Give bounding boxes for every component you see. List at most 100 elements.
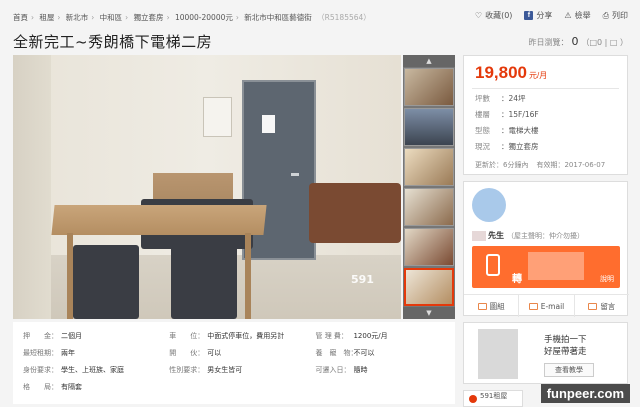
thumbnail[interactable] — [404, 228, 454, 266]
call-help-link[interactable]: 說明 — [600, 274, 614, 284]
price-unit: 元/月 — [529, 71, 548, 80]
attr-status: 現況 ：獨立套房 — [475, 142, 539, 151]
detail-key: 押 金： — [23, 332, 58, 340]
report-icon: ⚠ — [564, 11, 572, 20]
view-count: 昨日瀏覽： 0 （□0 | □ ） — [528, 35, 628, 48]
attr-type: 型態 ：電梯大樓 — [475, 126, 539, 135]
report-link[interactable]: ⚠ 檢舉 — [564, 10, 590, 21]
attr-key: 現況 — [475, 142, 490, 151]
photo-table — [51, 205, 267, 235]
call-button[interactable]: 轉 說明 — [472, 246, 620, 288]
breadcrumb-price[interactable]: 10000-20000元 — [175, 13, 233, 22]
attr-floor: 樓層 ：15F/16F — [475, 110, 539, 119]
bottom-label: 591租屋 — [480, 392, 508, 400]
tutorial-button[interactable]: 查看教學 — [544, 363, 594, 377]
detail-key: 最短租期： — [23, 349, 58, 357]
brand-watermark: funpeer.com — [540, 384, 630, 403]
phone-icon — [486, 254, 500, 276]
thumbnail[interactable] — [404, 108, 454, 146]
share-link[interactable]: f 分享 — [524, 10, 552, 21]
detail-key: 可遷入日： — [315, 366, 351, 374]
detail-key: 性別要求： — [169, 366, 205, 374]
email-button[interactable]: E-mail — [519, 295, 575, 317]
promo-line: 手機拍一下 — [544, 335, 587, 345]
share-label: 分享 — [536, 11, 553, 20]
favorite-link[interactable]: ♡ 收藏(0) — [475, 10, 513, 21]
photo-watermark: 591 — [351, 273, 374, 286]
detail-key: 開 伙： — [169, 349, 205, 357]
thumb-up-arrow[interactable]: ▲ — [403, 55, 455, 67]
detail-value: 可以 — [207, 349, 222, 357]
message-button[interactable]: 留言 — [575, 295, 629, 317]
breadcrumb: 首頁 › 租屋 › 新北市 › 中和區 › 獨立套房 › 10000-20000元 › 新北… — [13, 13, 371, 22]
attr-key: 型態 — [475, 126, 490, 135]
brand-dot-icon — [469, 395, 477, 403]
top-links: ♡ 收藏(0) f 分享 ⚠ 檢舉 ⎙ 列印 — [475, 10, 628, 21]
contact-actions: 圖組 E-mail 留言 — [464, 294, 629, 317]
breadcrumb-city[interactable]: 新北市 — [66, 13, 89, 22]
valid-date: 有效期：2017-06-07 — [536, 161, 606, 169]
photo-chair-front — [73, 245, 139, 319]
photo-panel — [203, 97, 232, 137]
gallery-button[interactable]: 圖組 — [464, 295, 520, 317]
breadcrumb-home[interactable]: 首頁 — [13, 13, 28, 22]
page: 首頁 › 租屋 › 新北市 › 中和區 › 獨立套房 › 10000-20000元 › 新北… — [0, 0, 640, 407]
attr-value: 電梯大樓 — [508, 126, 539, 135]
attr-value: 24坪 — [508, 94, 526, 103]
price-panel: 19,800 元/月 坪數 ：24坪 樓層 ：15F/16F 型態 ：電梯大樓 現況 ：獨… — [463, 55, 628, 175]
print-label: 列印 — [612, 11, 628, 20]
call-prefix: 轉 — [512, 274, 522, 285]
detail-value: 有隔套 — [61, 383, 82, 391]
detail-value: 兩年 — [61, 349, 75, 357]
email-label: E-mail — [540, 301, 565, 311]
agent-title: 先生 — [488, 231, 504, 240]
rent-price: 19,800 元/月 — [475, 63, 547, 83]
view-label: 昨日瀏覽： — [528, 38, 569, 47]
message-icon — [588, 302, 598, 310]
print-link[interactable]: ⎙ 列印 — [603, 10, 628, 21]
detail-key: 車 位： — [169, 332, 205, 340]
attr-key: 坪數 — [475, 94, 490, 103]
detail-row: 身份要求： 學生、上班族、家庭 性別要求： 男女生皆可 可遷入日： 隨時 — [23, 365, 367, 375]
view-number: 0 — [571, 35, 579, 48]
detail-value: 不可以 — [353, 349, 375, 357]
thumbnail-active[interactable] — [404, 268, 454, 306]
detail-value: 學生、上班族、家庭 — [61, 366, 124, 374]
thumb-down-arrow[interactable]: ▼ — [403, 307, 455, 319]
mail-icon — [528, 302, 538, 310]
view-extra: （□0 | □ ） — [581, 38, 628, 47]
photo-chair-front-2 — [171, 243, 237, 319]
attr-key: 樓層 — [475, 110, 490, 119]
heart-icon: ♡ — [474, 11, 483, 20]
favorite-label: 收藏(0) — [485, 11, 513, 20]
agent-panel: 先生 （屋主聲明：仲介勿擾） 轉 說明 圖組 E-mail 留言 — [463, 181, 629, 317]
photo-left-wall — [13, 55, 51, 319]
detail-value: 男女生皆可 — [207, 366, 243, 374]
breadcrumb-street[interactable]: 新北市中和區藝德街 — [244, 13, 312, 22]
report-label: 檢舉 — [574, 11, 591, 20]
facebook-icon: f — [524, 11, 534, 20]
detail-value: 二個月 — [61, 332, 82, 340]
photo-sofa — [309, 183, 401, 243]
gallery-icon — [477, 302, 487, 310]
breadcrumb-district[interactable]: 中和區 — [100, 13, 123, 22]
attr-value: 15F/16F — [508, 110, 539, 119]
price-value: 19,800 — [475, 63, 527, 82]
updated-time: 更新於：6分鐘內 — [475, 161, 529, 169]
detail-table: 押 金： 二個月 車 位： 中面式停車位，費用另計 管 理 費： 1200元/月 最短… — [13, 322, 455, 404]
detail-value: 隨時 — [353, 366, 368, 374]
thumbnail[interactable] — [404, 68, 454, 106]
promo-line: 好屋帶著走 — [544, 347, 587, 357]
thumbnail[interactable] — [404, 188, 454, 226]
app-promo: 手機拍一下好屋帶著走 查看教學 — [463, 322, 628, 384]
photo-sign — [262, 115, 275, 133]
message-label: 留言 — [600, 301, 616, 311]
main-photo[interactable]: 591 — [13, 55, 401, 319]
breadcrumb-type[interactable]: 獨立套房 — [134, 13, 164, 22]
thumbnail[interactable] — [404, 148, 454, 186]
detail-value: 1200元/月 — [353, 332, 388, 340]
photo-table-leg-2 — [245, 233, 251, 319]
listing-code: （R5185564） — [317, 13, 371, 22]
detail-row: 格 局： 有隔套 — [23, 382, 167, 392]
breadcrumb-rent[interactable]: 租屋 — [39, 13, 54, 22]
